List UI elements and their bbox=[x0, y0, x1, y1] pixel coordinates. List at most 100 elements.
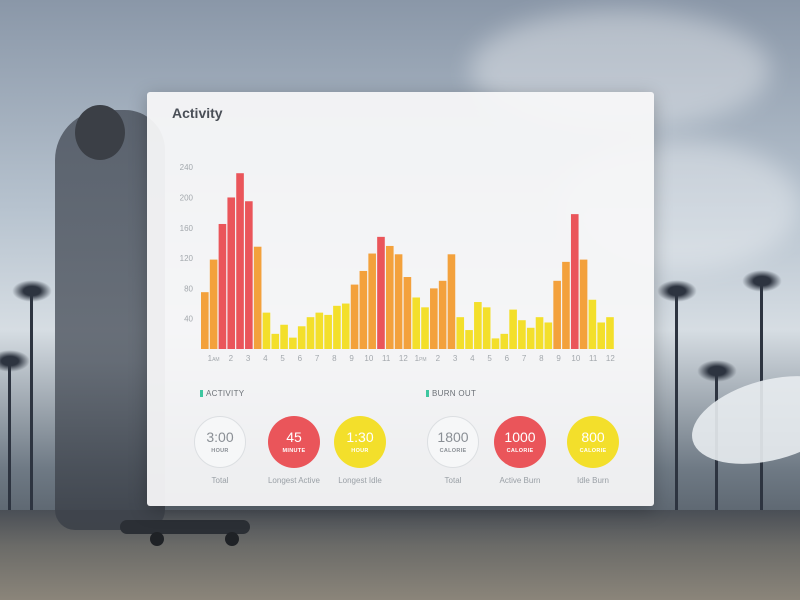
chart-bar bbox=[209, 259, 218, 349]
x-tick-label: 10 bbox=[571, 354, 580, 363]
palm-tree bbox=[0, 350, 30, 520]
skateboard-wheel bbox=[150, 532, 164, 546]
x-tick-label: 12 bbox=[606, 354, 615, 363]
chart-bar bbox=[324, 314, 332, 349]
x-tick-label: 5 bbox=[280, 354, 285, 363]
x-tick-label: 11 bbox=[589, 354, 598, 363]
chart-bar bbox=[491, 338, 500, 349]
burnout-section-label: BURN OUT bbox=[426, 389, 476, 398]
y-tick-label: 200 bbox=[180, 193, 194, 202]
x-tick-label: 9 bbox=[349, 354, 354, 363]
chart-bar bbox=[306, 317, 315, 349]
x-tick-label: 9 bbox=[556, 354, 561, 363]
x-tick-label: 4 bbox=[263, 354, 268, 363]
chart-bar bbox=[588, 299, 597, 349]
y-tick-label: 160 bbox=[180, 224, 194, 233]
chart-bar bbox=[218, 223, 227, 349]
chart-bar bbox=[500, 333, 509, 349]
section-marker-icon bbox=[200, 390, 203, 397]
x-tick-label: 1PM bbox=[415, 354, 427, 363]
x-tick-label: 11 bbox=[382, 354, 391, 363]
chart-bar bbox=[385, 245, 394, 349]
y-tick-label: 80 bbox=[184, 284, 193, 293]
chart-bar bbox=[245, 201, 253, 349]
chart-bar bbox=[253, 246, 262, 349]
chart-bar bbox=[430, 288, 438, 349]
y-tick-label: 240 bbox=[180, 163, 194, 172]
chart-bar bbox=[579, 259, 588, 349]
palm-tree bbox=[12, 280, 52, 520]
chart-bar bbox=[315, 312, 324, 349]
skateboarder-head bbox=[75, 105, 125, 160]
chart-bar bbox=[368, 253, 376, 349]
x-tick-label: 2 bbox=[436, 354, 441, 363]
chart-bar bbox=[341, 303, 350, 349]
chart-bar bbox=[562, 261, 570, 349]
chart-bar bbox=[509, 309, 517, 349]
chart-bar bbox=[350, 284, 359, 349]
activity-card: Activity 240 200 160 120 80 40 1AM 2 3 4 5 6 7 8 9 10 11… bbox=[147, 92, 654, 506]
chart-bar bbox=[526, 327, 535, 349]
stat-active-burn: 1000 CALORIE Active Burn bbox=[480, 416, 560, 485]
chart-bar bbox=[412, 297, 421, 349]
chart-bar bbox=[597, 322, 605, 349]
skateboard-wheel bbox=[225, 532, 239, 546]
x-tick-label: 8 bbox=[539, 354, 544, 363]
x-tick-label: 7 bbox=[522, 354, 527, 363]
chart-bar bbox=[570, 214, 579, 349]
stat-circle: 45 MINUTE bbox=[268, 416, 320, 468]
chart-bar bbox=[535, 317, 544, 349]
y-tick-label: 40 bbox=[184, 315, 193, 324]
section-marker-icon bbox=[426, 390, 429, 397]
x-tick-label: 1AM bbox=[208, 354, 220, 363]
activity-section-label: ACTIVITY bbox=[200, 389, 244, 398]
chart-bar bbox=[447, 254, 456, 349]
chart-bar bbox=[438, 280, 447, 349]
chart-bar bbox=[544, 322, 553, 349]
chart-bar bbox=[236, 173, 244, 349]
chart-bar bbox=[377, 236, 385, 349]
chart-bar bbox=[280, 324, 288, 349]
x-tick-label: 10 bbox=[364, 354, 373, 363]
x-tick-label: 3 bbox=[246, 354, 251, 363]
activity-bar-chart: 240 200 160 120 80 40 1AM 2 3 4 5 6 7 8 9 10 11 12 1PM 2 3 4 5… bbox=[180, 163, 616, 363]
stat-longest-idle: 1:30 HOUR Longest Idle bbox=[320, 416, 400, 485]
surfboard bbox=[682, 360, 800, 480]
x-tick-label: 6 bbox=[298, 354, 303, 363]
y-tick-label: 120 bbox=[180, 254, 194, 263]
chart-bar bbox=[262, 312, 271, 349]
x-tick-label: 5 bbox=[487, 354, 492, 363]
stat-idle-burn: 800 CALORIE Idle Burn bbox=[553, 416, 633, 485]
stat-circle: 3:00 HOUR bbox=[194, 416, 246, 468]
x-tick-label: 3 bbox=[453, 354, 458, 363]
chart-bar bbox=[606, 317, 614, 349]
chart-bar bbox=[359, 270, 368, 349]
chart-bar bbox=[289, 337, 297, 349]
stat-circle: 1000 CALORIE bbox=[494, 416, 546, 468]
chart-bar bbox=[482, 307, 491, 349]
chart-bar bbox=[271, 333, 280, 349]
chart-bar bbox=[403, 277, 412, 349]
x-tick-label: 12 bbox=[399, 354, 408, 363]
x-tick-label: 6 bbox=[505, 354, 510, 363]
x-tick-label: 8 bbox=[332, 354, 337, 363]
chart-bar bbox=[553, 280, 561, 349]
stat-circle: 1800 CALORIE bbox=[427, 416, 479, 468]
x-tick-label: 4 bbox=[470, 354, 475, 363]
chart-bar bbox=[421, 307, 429, 349]
chart-bar bbox=[518, 320, 526, 349]
chart-bar bbox=[465, 330, 473, 349]
stat-circle: 1:30 HOUR bbox=[334, 416, 386, 468]
stat-activity-total: 3:00 HOUR Total bbox=[180, 416, 260, 485]
chart-bar bbox=[394, 254, 403, 349]
x-tick-label: 2 bbox=[229, 354, 234, 363]
chart-bar bbox=[201, 292, 209, 349]
chart-bar bbox=[297, 326, 306, 349]
chart-bar bbox=[333, 305, 341, 349]
stat-circle: 800 CALORIE bbox=[567, 416, 619, 468]
palm-tree bbox=[657, 280, 697, 520]
x-tick-label: 7 bbox=[315, 354, 320, 363]
chart-bar bbox=[474, 302, 482, 349]
chart-bar bbox=[227, 197, 236, 349]
chart-bar bbox=[456, 317, 465, 349]
